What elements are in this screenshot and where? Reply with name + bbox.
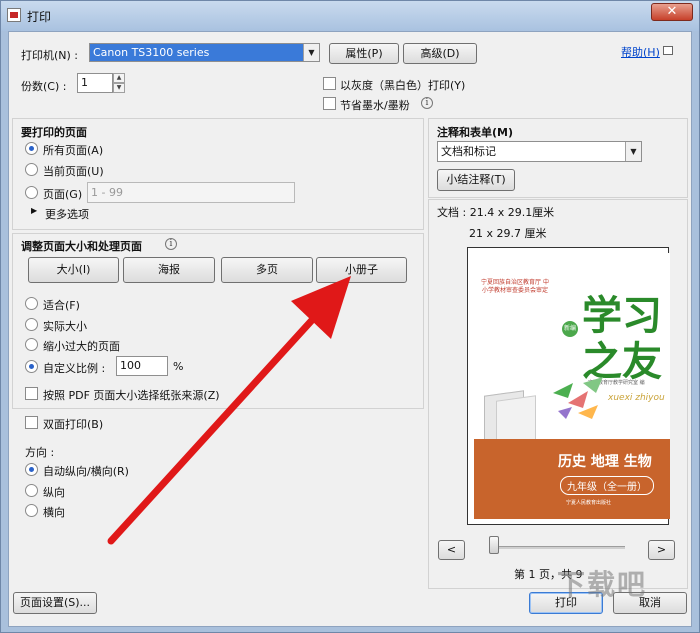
watermark-logo: 下载吧 [557,568,648,601]
print-dialog: 打印 ✕ 打印机(N) : Canon TS3100 series ▼ 属性(P… [0,0,700,633]
annotation-arrow [107,276,351,545]
